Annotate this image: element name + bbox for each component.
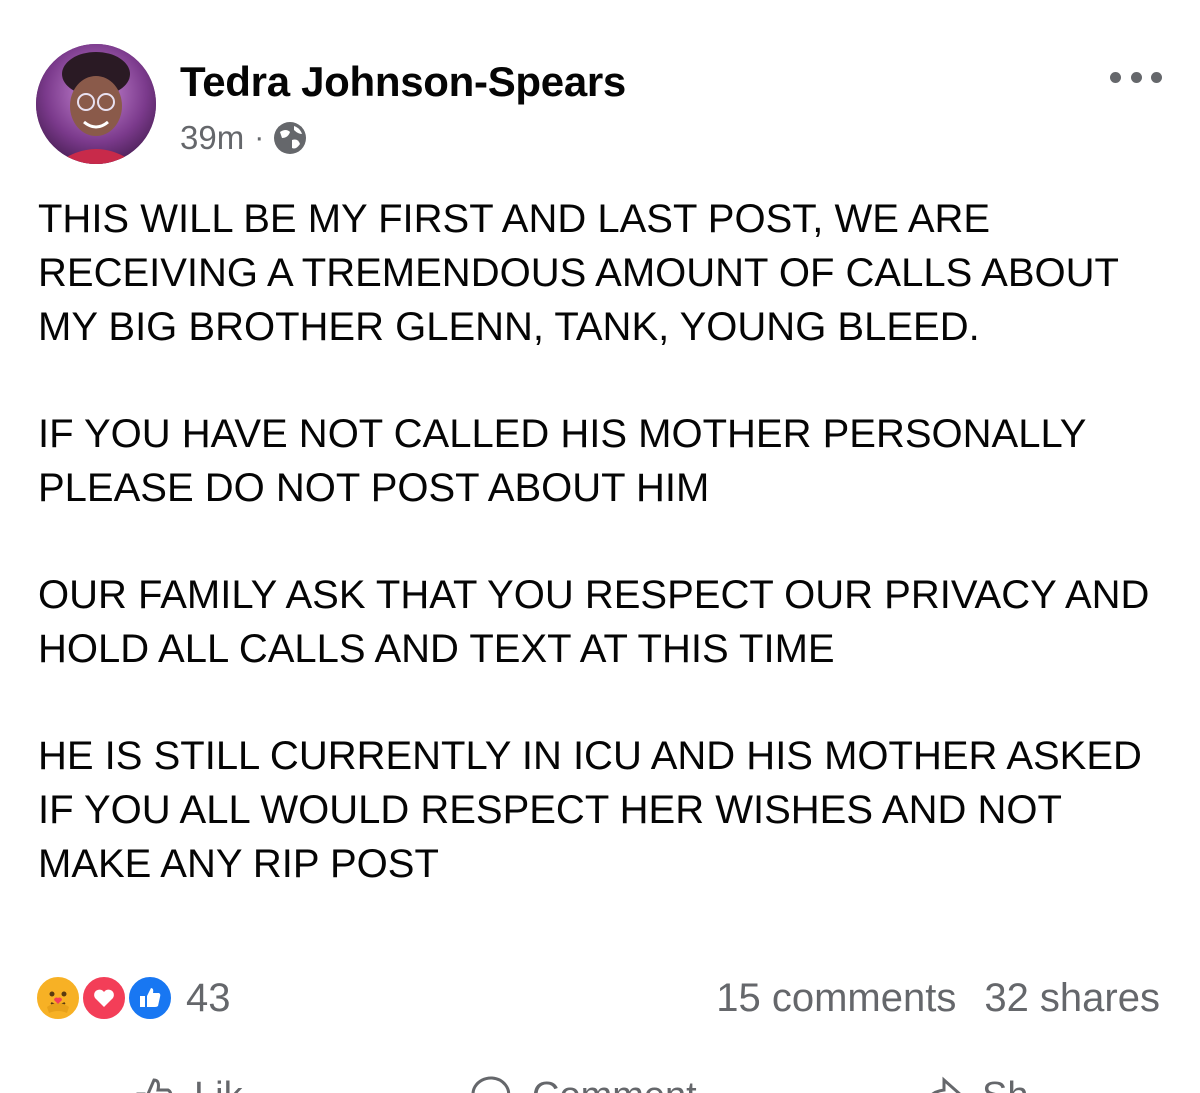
share-icon [931, 1076, 961, 1093]
facebook-post: Tedra Johnson-Spears 39m · THIS WILL BE … [0, 0, 1200, 1093]
post-paragraph: HE IS STILL CURRENTLY IN ICU AND HIS MOT… [38, 734, 1142, 886]
author-avatar[interactable] [36, 44, 156, 164]
avatar-image [36, 44, 156, 164]
like-label: Lik [194, 1075, 243, 1093]
comment-button[interactable]: Comment [468, 1072, 697, 1093]
shares-count[interactable]: 32 shares [984, 976, 1160, 1021]
like-button[interactable]: Lik [130, 1072, 243, 1093]
post-body: THIS WILL BE MY FIRST AND LAST POST, WE … [38, 192, 1178, 944]
like-icon [136, 1078, 173, 1093]
engagement-stats: 15 comments 32 shares [716, 970, 1160, 1026]
share-label: Sh [982, 1075, 1028, 1093]
like-reaction-icon [126, 974, 174, 1022]
post-paragraph: THIS WILL BE MY FIRST AND LAST POST, WE … [38, 197, 1119, 349]
meta-separator: · [254, 121, 265, 154]
post-meta: 39m · [180, 118, 308, 158]
reactions-summary[interactable]: 43 [34, 970, 231, 1026]
post-paragraph: OUR FAMILY ASK THAT YOU RESPECT OUR PRIV… [38, 573, 1150, 671]
share-button[interactable]: Sh [918, 1072, 1028, 1093]
post-paragraph: IF YOU HAVE NOT CALLED HIS MOTHER PERSON… [38, 412, 1086, 510]
more-options-icon[interactable] [1110, 66, 1162, 88]
comments-count[interactable]: 15 comments [716, 976, 956, 1021]
post-timestamp[interactable]: 39m [180, 119, 244, 157]
post-actions: Lik Comment Sh [0, 1060, 1200, 1093]
comment-label: Comment [532, 1075, 697, 1093]
care-reaction-icon [34, 974, 82, 1022]
author-name[interactable]: Tedra Johnson-Spears [180, 58, 626, 106]
globe-icon [272, 120, 308, 156]
reaction-count: 43 [186, 975, 231, 1020]
reaction-icons [34, 970, 184, 1026]
love-reaction-icon [80, 974, 128, 1022]
comment-icon [471, 1076, 511, 1093]
